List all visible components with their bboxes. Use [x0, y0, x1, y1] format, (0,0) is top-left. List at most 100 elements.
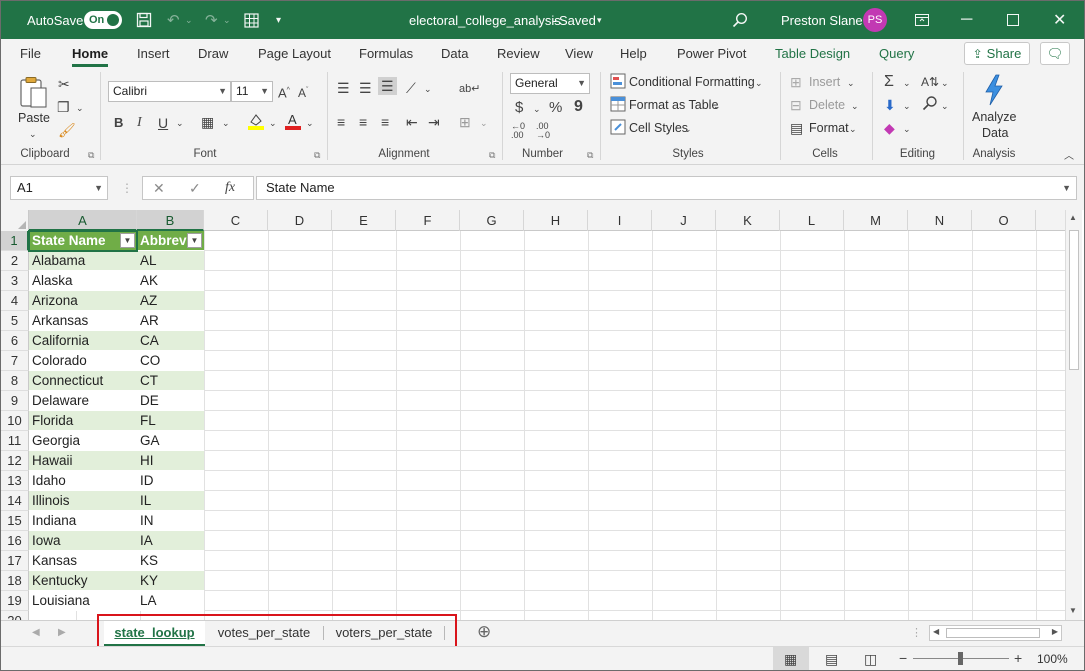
font-size-combo[interactable]: 11 ▼	[231, 81, 273, 102]
merge-center-icon[interactable]: ⊞	[459, 113, 471, 131]
table-cell-abbrev[interactable]: CO	[137, 351, 204, 371]
sort-filter-dropdown-icon[interactable]: ⌄	[941, 74, 949, 92]
fill-dropdown-icon[interactable]: ⌄	[903, 97, 911, 115]
copy-icon[interactable]: ❐	[57, 98, 70, 116]
scroll-right-icon[interactable]: ▶	[1052, 627, 1058, 636]
autosum-dropdown-icon[interactable]: ⌄	[903, 74, 911, 92]
increase-indent-icon[interactable]: ⇥	[428, 113, 440, 131]
row-header[interactable]: 11	[1, 431, 29, 451]
align-bottom-icon[interactable]: ☰	[378, 77, 397, 95]
minimize-icon[interactable]: ─	[961, 1, 972, 39]
decrease-font-icon[interactable]: Aˇ	[298, 82, 308, 102]
clear-icon[interactable]: ◆	[884, 119, 895, 137]
table-cell-state-name[interactable]: Kentucky	[29, 571, 137, 591]
name-box[interactable]: A1 ▼	[10, 176, 108, 200]
title-dropdown-icon[interactable]: ▾	[597, 1, 602, 39]
align-right-icon[interactable]: ≡	[381, 113, 389, 131]
tab-page-layout[interactable]: Page Layout	[258, 39, 331, 68]
table-header-abbrev[interactable]: Abbrev ▼	[137, 231, 204, 251]
page-layout-view-icon[interactable]: ▤	[825, 650, 838, 668]
formula-input[interactable]: State Name ▼	[256, 176, 1077, 200]
conditional-formatting-button[interactable]: Conditional Formatting	[629, 73, 755, 91]
zoom-slider-thumb[interactable]	[958, 652, 963, 665]
table-cell-abbrev[interactable]: IA	[137, 531, 204, 551]
worksheet-grid[interactable]: A B C D E F G H I J K L M N O 1234567891…	[1, 210, 1084, 620]
percent-icon[interactable]: %	[549, 99, 562, 117]
insert-function-icon[interactable]: fx	[225, 176, 235, 200]
column-header-i[interactable]: I	[588, 210, 652, 231]
zoom-out-icon[interactable]: −	[899, 649, 907, 667]
tab-formulas[interactable]: Formulas	[359, 39, 413, 68]
table-cell-abbrev[interactable]: HI	[137, 451, 204, 471]
table-cell-abbrev[interactable]: AR	[137, 311, 204, 331]
orientation-dropdown-icon[interactable]: ⌄	[424, 80, 432, 98]
borders-icon[interactable]: ▦	[201, 113, 214, 131]
insert-cells-button[interactable]: Insert	[809, 73, 840, 91]
table-cell-state-name[interactable]: Iowa	[29, 531, 137, 551]
undo-dropdown-icon[interactable]: ⌄	[185, 1, 193, 39]
row-header[interactable]: 16	[1, 531, 29, 551]
table-cell-state-name[interactable]: Hawaii	[29, 451, 137, 471]
underline-button[interactable]: U	[158, 114, 168, 132]
collapse-ribbon-icon[interactable]: ︿	[1064, 148, 1074, 166]
table-cell-abbrev[interactable]: KY	[137, 571, 204, 591]
horizontal-scroll-thumb[interactable]	[946, 628, 1040, 638]
column-header-h[interactable]: H	[524, 210, 588, 231]
next-sheet-icon[interactable]: ▶	[58, 624, 66, 642]
row-header[interactable]: 6	[1, 331, 29, 351]
column-header-e[interactable]: E	[332, 210, 396, 231]
table-cell-state-name[interactable]: Kansas	[29, 551, 137, 571]
tab-view[interactable]: View	[565, 39, 593, 68]
orientation-icon[interactable]: ⟋	[406, 79, 416, 97]
format-dropdown-icon[interactable]: ⌄	[849, 120, 857, 138]
table-cell-abbrev[interactable]: CT	[137, 371, 204, 391]
row-header[interactable]: 7	[1, 351, 29, 371]
find-select-icon[interactable]	[922, 95, 938, 115]
tab-power-pivot[interactable]: Power Pivot	[677, 39, 746, 68]
align-middle-icon[interactable]: ☰	[359, 79, 372, 97]
analyze-data-icon[interactable]	[980, 74, 1008, 110]
table-cell-abbrev[interactable]: GA	[137, 431, 204, 451]
row-header[interactable]: 3	[1, 271, 29, 291]
font-color-icon[interactable]: A	[284, 112, 302, 134]
saved-status[interactable]: Saved	[559, 1, 596, 39]
row-header[interactable]: 8	[1, 371, 29, 391]
decrease-indent-icon[interactable]: ⇤	[406, 113, 418, 131]
delete-cells-button[interactable]: Delete	[809, 96, 845, 114]
avatar[interactable]: PS	[863, 8, 887, 32]
tab-help[interactable]: Help	[620, 39, 647, 68]
borders-dropdown-icon[interactable]: ⌄	[222, 114, 230, 132]
table-cell-state-name[interactable]: Delaware	[29, 391, 137, 411]
row-header[interactable]: 1	[1, 231, 29, 251]
alignment-launcher-icon[interactable]: ⧉	[489, 150, 495, 161]
table-cell-abbrev[interactable]: LA	[137, 591, 204, 611]
redo-dropdown-icon[interactable]: ⌄	[223, 1, 231, 39]
increase-decimal-icon[interactable]: ←0.00	[511, 122, 525, 140]
table-cell-state-name[interactable]: Florida	[29, 411, 137, 431]
search-icon[interactable]	[732, 1, 748, 39]
tab-data[interactable]: Data	[441, 39, 468, 68]
column-header-b[interactable]: B	[137, 210, 204, 231]
table-cell-state-name[interactable]: Indiana	[29, 511, 137, 531]
insert-dropdown-icon[interactable]: ⌄	[847, 74, 855, 92]
delete-cells-icon[interactable]: ⊟	[790, 96, 802, 114]
table-cell-abbrev[interactable]: AZ	[137, 291, 204, 311]
tab-insert[interactable]: Insert	[137, 39, 170, 68]
horizontal-scrollbar[interactable]: ◀ ▶	[929, 625, 1062, 641]
tab-home[interactable]: Home	[72, 39, 109, 68]
row-header[interactable]: 14	[1, 491, 29, 511]
column-header-g[interactable]: G	[460, 210, 524, 231]
fill-icon[interactable]: ⬇	[884, 96, 896, 114]
scroll-down-icon[interactable]: ▼	[1069, 606, 1077, 615]
format-as-table-dropdown-icon[interactable]: ⌄	[713, 97, 721, 115]
cell-styles-button[interactable]: Cell Styles	[629, 119, 688, 137]
row-header[interactable]: 4	[1, 291, 29, 311]
prev-sheet-icon[interactable]: ◀	[32, 624, 40, 642]
page-break-preview-icon[interactable]: ◫	[864, 650, 877, 668]
clear-dropdown-icon[interactable]: ⌄	[903, 120, 911, 138]
table-cell-abbrev[interactable]: AK	[137, 271, 204, 291]
row-header[interactable]: 18	[1, 571, 29, 591]
column-header-d[interactable]: D	[268, 210, 332, 231]
table-cell-state-name[interactable]: Louisiana	[29, 591, 137, 611]
tab-split-grip-icon[interactable]: ⋮	[911, 624, 922, 642]
